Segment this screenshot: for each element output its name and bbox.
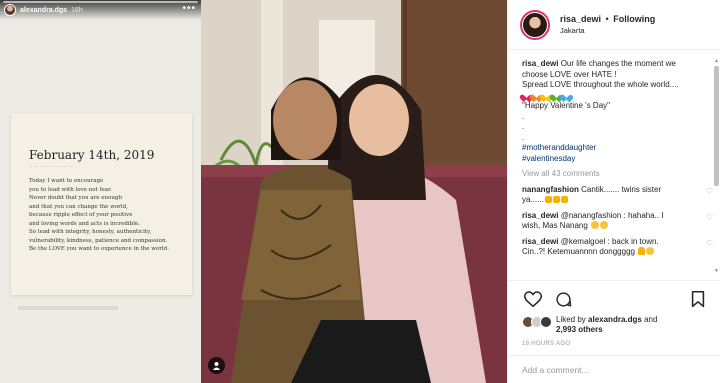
add-comment-bar	[508, 355, 720, 383]
story-progress-bar	[3, 1, 198, 3]
story-caption-placeholder	[18, 306, 118, 310]
comment-text: @kemalgoel : back in town.	[560, 236, 659, 246]
following-button[interactable]: Following	[613, 14, 655, 24]
card-line: because ripple effect of your positive	[29, 212, 133, 218]
author-username[interactable]: risa_dewi	[560, 14, 601, 24]
post-photo[interactable]	[201, 0, 507, 383]
action-buttons-row	[522, 287, 709, 311]
caption-text: Our life changes the moment we	[560, 59, 676, 68]
card-subtitle-decoration: — — — — — — — —	[29, 164, 73, 168]
author-meta: risa_dewi • Following Jakarta	[560, 14, 655, 35]
caption-dot: .	[522, 132, 525, 142]
praying-hands-icon	[638, 247, 646, 255]
liked-by-username[interactable]: alexandra.dgs	[588, 315, 642, 324]
card-text: Today I want to encourage you to lead wi…	[29, 177, 182, 254]
thumbs-up-icon	[560, 196, 568, 203]
smile-emoji-icon	[591, 221, 600, 229]
card-line: Never doubt that you are enough	[29, 195, 122, 201]
more-dots-icon[interactable]: •••	[182, 3, 196, 14]
view-all-comments-link[interactable]: View all 43 comments	[522, 169, 695, 180]
story-panel[interactable]: alexandra.dgs 16h ••• February 14th, 201…	[0, 0, 201, 383]
heart-eyes-emoji-icon	[646, 247, 655, 255]
caption-text: choose LOVE over HATE !	[522, 69, 617, 79]
liked-by-and: and	[644, 315, 658, 324]
comment-username[interactable]: nanangfashion	[522, 185, 579, 194]
comment-text: ya......	[522, 195, 544, 204]
heart-emoji-row	[522, 91, 695, 102]
comment-username[interactable]: risa_dewi	[522, 237, 558, 246]
caption-dot: .	[522, 111, 525, 121]
comment-text: @nanangfashion : hahaha.. I	[560, 210, 664, 220]
comment-username[interactable]: risa_dewi	[522, 211, 558, 220]
comment-like-heart-icon[interactable]: ♡	[706, 213, 713, 224]
card-line: So lead with integrity, honesty, authent…	[29, 229, 152, 235]
caption-username[interactable]: risa_dewi	[522, 59, 558, 68]
author-avatar[interactable]	[520, 9, 550, 40]
comment-text: wish, Mas Nanang	[522, 221, 588, 230]
comments-list[interactable]: risa_dewi Our life changes the moment we…	[508, 51, 720, 276]
card-date: February 14th, 2019	[29, 148, 155, 162]
bookmark-icon[interactable]	[687, 288, 709, 310]
scrollbar-thumb[interactable]	[714, 66, 719, 186]
post-location[interactable]: Jakarta	[560, 26, 655, 35]
likes-summary: Liked by alexandra.dgs and 2,993 others	[522, 315, 709, 335]
instagram-post-view: alexandra.dgs 16h ••• February 14th, 201…	[0, 0, 720, 383]
card-line: you to lead with love not fear.	[29, 186, 112, 193]
comment-item: risa_dewi @kemalgoel : back in town. Cin…	[522, 236, 713, 258]
thumbs-up-icon	[544, 196, 552, 203]
card-line: and loving words and acts is incredible.	[29, 220, 140, 227]
story-time: 16h	[71, 6, 83, 14]
heart-icon[interactable]	[522, 288, 544, 310]
story-avatar[interactable]	[4, 4, 16, 16]
liked-by-text: Liked by alexandra.dgs and 2,993 others	[556, 315, 657, 335]
comment-text: Cin..?! Ketemuannnn donggggg	[522, 247, 635, 256]
comment-icon[interactable]	[552, 288, 574, 310]
photo-illustration	[201, 0, 507, 383]
story-username[interactable]: alexandra.dgs	[20, 7, 67, 14]
caption-dot: .	[522, 122, 525, 131]
comment-like-heart-icon[interactable]: ♡	[706, 187, 713, 198]
scroll-down-arrow-icon[interactable]: ▼	[714, 268, 719, 274]
card-line: Be the LOVE you want to experience in th…	[29, 246, 169, 252]
caption-text: "Happy Valentine 's Day"	[522, 101, 610, 110]
separator-dot: •	[605, 14, 609, 24]
likes-count-link[interactable]: 2,993 others	[556, 325, 603, 334]
avatar	[540, 316, 552, 328]
tag-people-icon[interactable]	[208, 357, 225, 374]
comment-like-heart-icon[interactable]: ♡	[706, 239, 713, 250]
post-actions: Liked by alexandra.dgs and 2,993 others …	[508, 280, 720, 347]
card-line: and that you can change the world,	[29, 203, 128, 210]
comment-item: nanangfashion Cantik....... twins sister…	[522, 184, 713, 206]
scroll-up-arrow-icon[interactable]: ▲	[714, 58, 719, 64]
post-caption: risa_dewi Our life changes the moment we…	[522, 59, 695, 164]
post-details-panel: risa_dewi • Following Jakarta risa_dewi …	[507, 0, 720, 383]
story-quote-card: February 14th, 2019 — — — — — — — — Toda…	[11, 114, 192, 295]
post-header: risa_dewi • Following Jakarta	[508, 0, 720, 50]
liker-avatars[interactable]	[522, 316, 552, 328]
story-header: alexandra.dgs 16h •••	[0, 0, 201, 20]
comment-item: risa_dewi @nanangfashion : hahaha.. I wi…	[522, 210, 713, 232]
hashtag-link[interactable]: #valentinesday	[522, 154, 695, 165]
comment-text: Cantik....... twins sister	[581, 184, 662, 194]
card-line: Today I want to encourage	[29, 178, 104, 184]
comments-scrollbar[interactable]: ▲ ▼	[714, 58, 719, 274]
post-timestamp[interactable]: 18 HOURS AGO	[522, 341, 709, 347]
hashtag-link[interactable]: #motheranddaughter	[522, 143, 695, 154]
caption-text: Spread LOVE throughout the whole world..…	[522, 80, 679, 89]
heart-eyes-emoji-icon	[600, 221, 609, 229]
card-line: vulnerability, kindness, patience and co…	[29, 237, 168, 244]
thumbs-up-icon	[552, 196, 560, 203]
blue-heart-icon	[562, 92, 570, 99]
liked-by-prefix: Liked by	[556, 315, 586, 324]
add-comment-input[interactable]	[522, 364, 692, 375]
